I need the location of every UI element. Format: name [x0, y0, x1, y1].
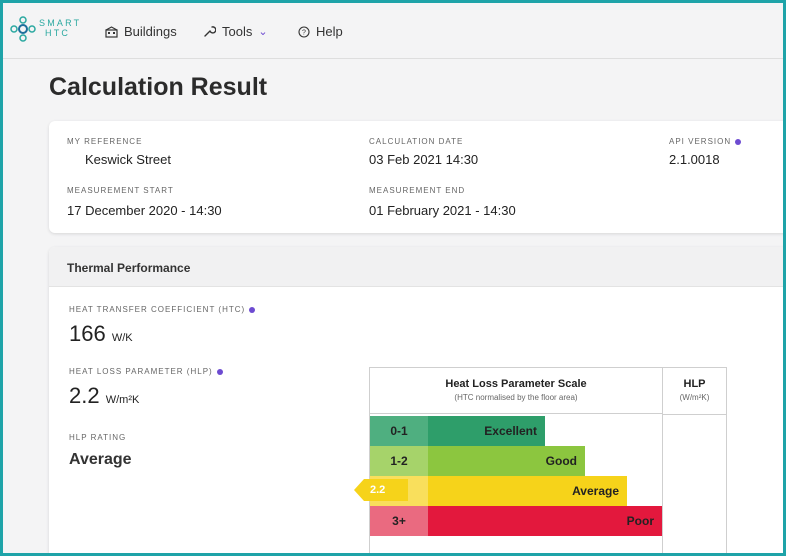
hlp-marker: 2.2 [354, 479, 408, 501]
help-circle-icon: ? [298, 25, 310, 38]
scale-subtitle: (HTC normalised by the floor area) [454, 393, 578, 402]
thermal-performance-card: Thermal Performance HEAT TRANSFER COEFFI… [49, 247, 783, 553]
htc-value: 166 W/K [69, 321, 133, 347]
scale-title: Heat Loss Parameter Scale [445, 378, 587, 390]
hlp-marker-value: 2.2 [370, 484, 386, 496]
htc-label: HEAT TRANSFER COEFFICIENT (HTC) [69, 305, 256, 314]
scale-row-range: 3+ [370, 506, 428, 536]
api-version-label: API VERSION [669, 137, 742, 146]
api-version-label-text: API VERSION [669, 137, 732, 146]
hlp-number: 2.2 [69, 383, 100, 408]
wrench-icon [204, 26, 216, 37]
hlp-column-unit: (W/m²K) [679, 393, 710, 402]
thermal-performance-title: Thermal Performance [67, 261, 191, 275]
scale-row-bar: Excellent [428, 416, 545, 446]
scale-row-bar: Good [428, 446, 585, 476]
hlp-unit: W/m²K [105, 394, 140, 406]
nav-help-label: Help [316, 24, 343, 39]
logo[interactable]: SMART HTC [9, 15, 89, 49]
hlp-label-text: HEAT LOSS PARAMETER (HLP) [69, 367, 213, 376]
hlp-column-divider [663, 414, 727, 415]
app-window: SMART HTC Buildings Tools ⌄ ? Help Calcu… [3, 3, 783, 553]
calculation-date-value: 03 Feb 2021 14:30 [369, 152, 479, 167]
nav-buildings[interactable]: Buildings [105, 24, 177, 39]
chevron-down-icon: ⌄ [258, 26, 268, 38]
logo-icon [10, 16, 36, 42]
scale-row-range: 0-1 [370, 416, 428, 446]
htc-label-text: HEAT TRANSFER COEFFICIENT (HTC) [69, 305, 246, 314]
hlp-value: 2.2 W/m²K [69, 383, 139, 409]
measurement-end-value: 01 February 2021 - 14:30 [369, 203, 516, 218]
logo-text-line1: SMART [39, 18, 82, 28]
calculation-date-label: CALCULATION DATE [369, 137, 464, 146]
hlp-rating-value: Average [69, 451, 132, 468]
info-icon[interactable] [249, 306, 256, 313]
logo-text: SMART HTC [39, 18, 81, 38]
scale-row: 2-3Average [370, 476, 662, 506]
info-icon[interactable] [216, 368, 223, 375]
htc-number: 166 [69, 321, 106, 346]
api-version-value: 2.1.0018 [669, 152, 720, 167]
thermal-performance-header: Thermal Performance [49, 247, 783, 287]
scale-row: 0-1 Excellent [370, 416, 662, 446]
my-reference-value: Keswick Street [85, 152, 171, 167]
hlp-rating-label: HLP RATING [69, 433, 127, 442]
logo-text-line2: HTC [45, 28, 71, 38]
summary-card: MY REFERENCE Keswick Street CALCULATION … [49, 121, 783, 233]
nav-tools-label: Tools [222, 24, 253, 39]
scale-row-bar: Average [428, 476, 627, 506]
hlp-column: HLP (W/m²K) [662, 368, 727, 553]
svg-text:?: ? [302, 29, 306, 36]
info-icon[interactable] [735, 138, 742, 145]
scale-row: 3+ Poor [370, 506, 662, 536]
hlp-scale-table: Heat Loss Parameter Scale (HTC normalise… [369, 367, 727, 553]
nav-buildings-label: Buildings [124, 24, 177, 39]
htc-unit: W/K [111, 332, 133, 344]
nav-help[interactable]: ? Help [298, 24, 343, 39]
measurement-start-label: MEASUREMENT START [67, 186, 174, 195]
scale-header: Heat Loss Parameter Scale (HTC normalise… [370, 368, 662, 414]
hlp-label: HEAT LOSS PARAMETER (HLP) [69, 367, 223, 376]
measurement-start-value: 17 December 2020 - 14:30 [67, 203, 222, 218]
measurement-end-label: MEASUREMENT END [369, 186, 466, 195]
page-title: Calculation Result [49, 73, 268, 101]
building-icon [105, 25, 118, 38]
scale-row: 1-2 Good [370, 446, 662, 476]
scale-row-bar: Poor [428, 506, 662, 536]
nav-tools[interactable]: Tools ⌄ [203, 24, 268, 39]
scale-row-range: 1-2 [370, 446, 428, 476]
hlp-column-header: HLP [683, 378, 706, 390]
my-reference-label: MY REFERENCE [67, 137, 143, 146]
navbar: SMART HTC Buildings Tools ⌄ ? Help [3, 3, 783, 59]
